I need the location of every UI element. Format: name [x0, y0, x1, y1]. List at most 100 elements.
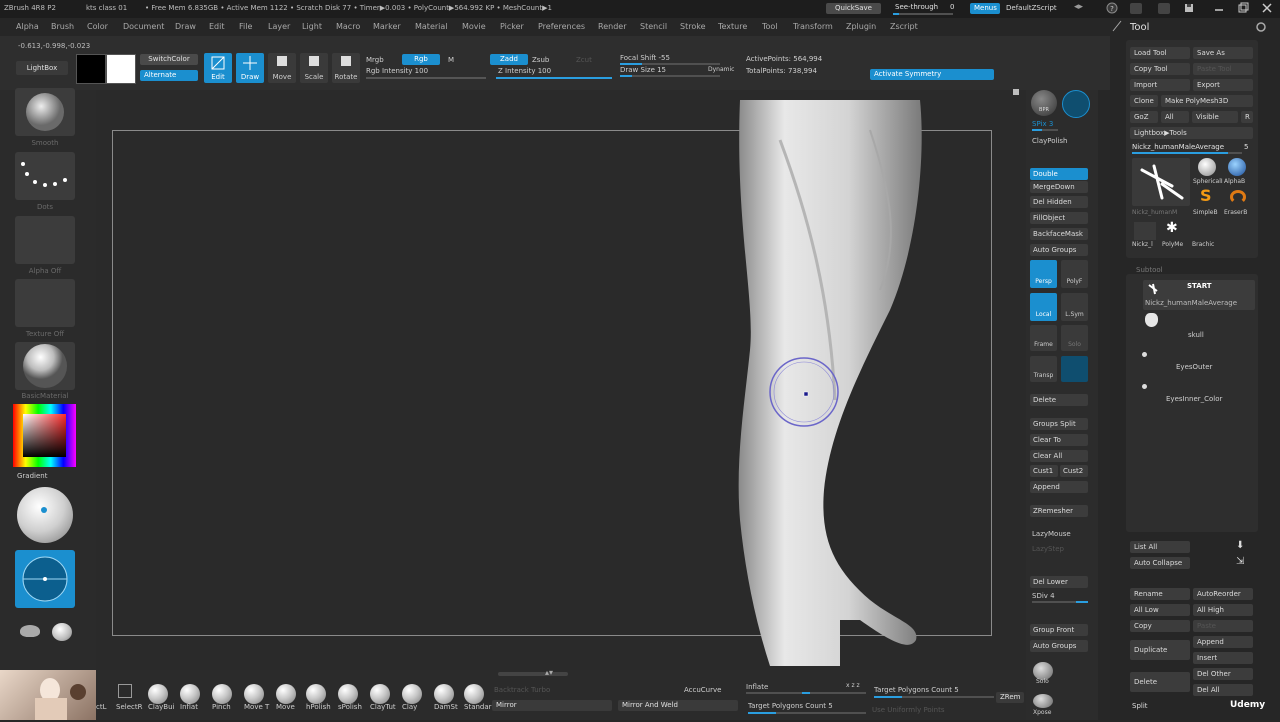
make-polymesh-button[interactable]: Make PolyMesh3D — [1161, 95, 1253, 107]
move-down-arrow-icon[interactable]: ⬇ — [1236, 540, 1244, 551]
goz-visible-button[interactable]: Visible — [1192, 111, 1238, 123]
brush-label-selectr[interactable]: SelectR — [116, 703, 142, 711]
accucurve-button[interactable]: AccuCurve — [684, 686, 721, 694]
brush-label-standar[interactable]: Standar — [464, 703, 492, 711]
secondary-color-swatch[interactable] — [76, 54, 106, 84]
del-hidden-button[interactable]: Del Hidden — [1030, 196, 1088, 208]
delete-subtool-button[interactable]: Delete — [1030, 394, 1088, 406]
auto-groups-button[interactable]: Auto Groups — [1030, 244, 1088, 256]
spix-slider[interactable] — [1032, 129, 1058, 131]
alpha-thumbnail[interactable] — [15, 216, 75, 264]
mrgb-button[interactable]: Mrgb — [366, 56, 384, 64]
del-all-button[interactable]: Del All — [1193, 684, 1253, 696]
xpose-icon[interactable] — [1033, 694, 1053, 708]
rgb-button[interactable]: Rgb — [402, 54, 440, 65]
primary-color-swatch[interactable] — [106, 54, 136, 84]
del-lower-button[interactable]: Del Lower — [1030, 576, 1088, 588]
mirror-weld-button[interactable]: Mirror And Weld — [618, 700, 738, 711]
export-button[interactable]: Export — [1193, 79, 1253, 91]
cust2-button[interactable]: Cust2 — [1060, 465, 1088, 477]
subtool-eyes-inner-label[interactable]: EyesInner_Color — [1166, 395, 1222, 403]
hair-brush-icon[interactable] — [20, 625, 40, 637]
polyf-button[interactable]: PolyF — [1061, 260, 1088, 288]
menu-color[interactable]: Color — [87, 22, 108, 31]
groups-split-button[interactable]: Groups Split — [1030, 418, 1088, 430]
autoreorder-button[interactable]: AutoReorder — [1193, 588, 1253, 600]
default-zscript-label[interactable]: DefaultZScript — [1006, 4, 1057, 12]
lightbox-button[interactable]: LightBox — [16, 61, 68, 75]
zadd-button[interactable]: Zadd — [490, 54, 528, 65]
alternate-button[interactable]: Alternate — [140, 70, 198, 81]
brush-hpolish-icon[interactable] — [306, 684, 326, 704]
activate-symmetry-button[interactable]: Activate Symmetry — [870, 69, 994, 80]
save-as-button[interactable]: Save As — [1193, 47, 1253, 59]
brush-label-claytut[interactable]: ClayTut — [370, 703, 396, 711]
menu-macro[interactable]: Macro — [336, 22, 360, 31]
select-rect-icon[interactable] — [118, 684, 132, 698]
eraser-brush-icon[interactable] — [1230, 190, 1246, 204]
menus-button[interactable]: Menus — [970, 3, 1000, 14]
zcut-button[interactable]: Zcut — [576, 56, 592, 64]
lsym-button[interactable]: L.Sym — [1061, 293, 1088, 321]
copy-tool-button[interactable]: Copy Tool — [1130, 63, 1190, 75]
material-thumbnail[interactable] — [15, 342, 75, 390]
color-picker[interactable] — [13, 404, 76, 467]
menu-stencil[interactable]: Stencil — [640, 22, 667, 31]
brush-inflat-icon[interactable] — [180, 684, 200, 704]
menu-layer[interactable]: Layer — [268, 22, 290, 31]
frame-button[interactable]: Frame — [1030, 325, 1057, 351]
subtool-header[interactable]: Subtool — [1136, 266, 1163, 274]
brush-claytut-icon[interactable] — [370, 684, 390, 704]
save-icon[interactable] — [1184, 3, 1194, 13]
menu-material[interactable]: Material — [415, 22, 448, 31]
brush-label-hpolish[interactable]: hPolish — [306, 703, 331, 711]
load-tool-button[interactable]: Load Tool — [1130, 47, 1190, 59]
goz-r-button[interactable]: R — [1241, 111, 1253, 123]
inflate-slider[interactable] — [746, 692, 866, 694]
brush-label-clay[interactable]: Clay — [402, 703, 417, 711]
list-all-button[interactable]: List All — [1130, 541, 1190, 553]
all-high-button[interactable]: All High — [1193, 604, 1253, 616]
tool-count-slider[interactable] — [1132, 152, 1242, 154]
rgb-intensity-slider[interactable] — [366, 77, 486, 79]
goz-button[interactable]: GoZ — [1130, 111, 1158, 123]
minimize-icon[interactable] — [1213, 2, 1225, 14]
brush-label-move-t[interactable]: Move T — [244, 703, 269, 711]
auto-collapse-button[interactable]: Auto Collapse — [1130, 557, 1190, 569]
group-front-button[interactable]: Group Front — [1030, 624, 1088, 636]
bottom-shelf-handle[interactable] — [498, 672, 568, 676]
subtool-row-active[interactable]: START Nickz_humanMaleAverage — [1143, 280, 1255, 310]
brush-damst-icon[interactable] — [434, 684, 454, 704]
draw-size-slider[interactable] — [620, 75, 720, 77]
target-polygons-slider-1[interactable] — [874, 696, 994, 698]
brush-label-move[interactable]: Move — [276, 703, 295, 711]
split-header[interactable]: Split — [1132, 702, 1148, 710]
brush-claybui-icon[interactable] — [148, 684, 168, 704]
brush-label-ctl[interactable]: ctL — [96, 703, 107, 711]
z-intensity-slider[interactable] — [496, 77, 612, 79]
brush-label-pinch[interactable]: Pinch — [212, 703, 231, 711]
bpr-render-button[interactable]: BPR — [1031, 90, 1057, 116]
brush-label-claybui[interactable]: ClayBui — [148, 703, 174, 711]
zremesher-button[interactable]: ZRemesher — [1030, 505, 1088, 517]
zremesher-bottom-button[interactable]: ZRem — [996, 692, 1024, 703]
copy-subtool-button[interactable]: Copy — [1130, 620, 1190, 632]
zsub-button[interactable]: Zsub — [532, 56, 549, 64]
brush-spolish-icon[interactable] — [338, 684, 358, 704]
dynamic-button[interactable]: Dynamic — [708, 66, 734, 73]
ghost-button[interactable] — [1061, 356, 1088, 382]
recent-tool-1-icon[interactable] — [1134, 222, 1156, 240]
menu-light[interactable]: Light — [302, 22, 322, 31]
append-button[interactable]: Append — [1030, 481, 1088, 493]
claypolish-button[interactable]: ClayPolish — [1032, 137, 1068, 145]
duplicate-button[interactable]: Duplicate — [1130, 640, 1190, 660]
tool-panel-settings-icon[interactable] — [1256, 22, 1266, 32]
draw-mode-button[interactable]: Draw — [236, 53, 264, 83]
fill-object-button[interactable]: FillObject — [1030, 212, 1088, 224]
sphere-tool-icon[interactable] — [52, 623, 72, 641]
clear-all-button[interactable]: Clear All — [1030, 450, 1088, 462]
gradient-sphere-icon[interactable] — [17, 487, 73, 543]
menu-zscript[interactable]: Zscript — [890, 22, 918, 31]
import-button[interactable]: Import — [1130, 79, 1190, 91]
lightbox-tools-button[interactable]: Lightbox▶Tools — [1130, 127, 1253, 139]
